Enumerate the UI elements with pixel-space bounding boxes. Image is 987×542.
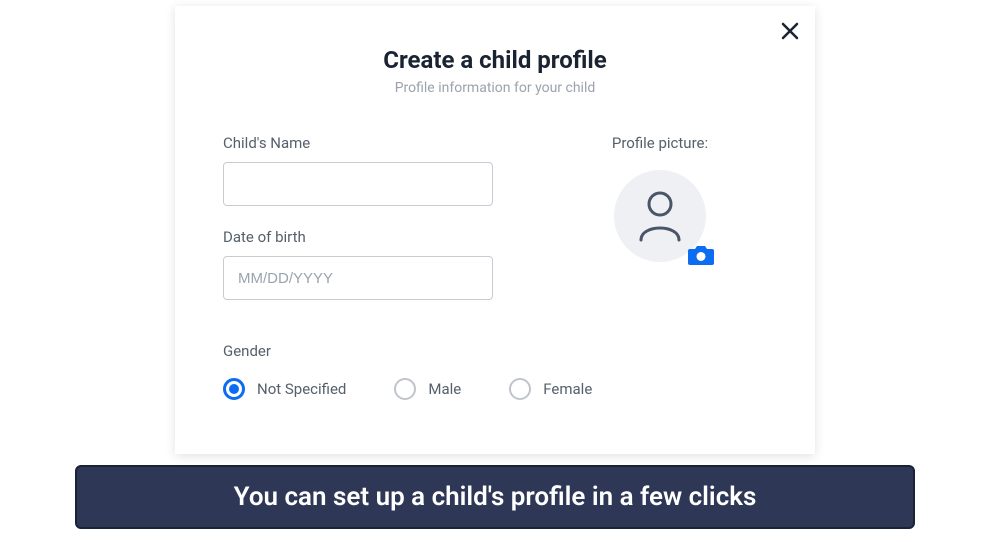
radio-label: Male <box>428 380 461 398</box>
avatar-container <box>614 170 706 262</box>
child-name-input[interactable] <box>223 162 493 206</box>
child-name-label: Child's Name <box>223 134 493 152</box>
radio-indicator <box>509 378 531 400</box>
radio-indicator <box>394 378 416 400</box>
upload-photo-button[interactable] <box>687 243 715 267</box>
close-icon <box>781 22 799 40</box>
create-child-profile-modal: Create a child profile Profile informati… <box>175 6 815 454</box>
modal-title: Create a child profile <box>223 46 767 74</box>
gender-radio-female[interactable]: Female <box>509 378 592 400</box>
form-body: Child's Name Date of birth Profile pictu… <box>223 134 767 322</box>
modal-subtitle: Profile information for your child <box>223 80 767 96</box>
dob-label: Date of birth <box>223 228 493 246</box>
caption-bar: You can set up a child's profile in a fe… <box>75 465 915 529</box>
gender-radio-male[interactable]: Male <box>394 378 461 400</box>
dob-input[interactable] <box>223 256 493 300</box>
caption-text: You can set up a child's profile in a fe… <box>234 482 757 512</box>
gender-section: Gender Not Specified Male Female <box>223 342 767 400</box>
radio-label: Not Specified <box>257 380 346 398</box>
profile-picture-label: Profile picture: <box>553 134 767 152</box>
form-right-column: Profile picture: <box>553 134 767 322</box>
form-left-column: Child's Name Date of birth <box>223 134 493 322</box>
radio-label: Female <box>543 380 592 398</box>
close-button[interactable] <box>781 22 799 44</box>
camera-icon <box>687 243 715 267</box>
gender-radio-group: Not Specified Male Female <box>223 378 767 400</box>
radio-indicator <box>223 378 245 400</box>
person-icon <box>637 190 683 242</box>
gender-radio-not-specified[interactable]: Not Specified <box>223 378 346 400</box>
gender-label: Gender <box>223 342 767 360</box>
